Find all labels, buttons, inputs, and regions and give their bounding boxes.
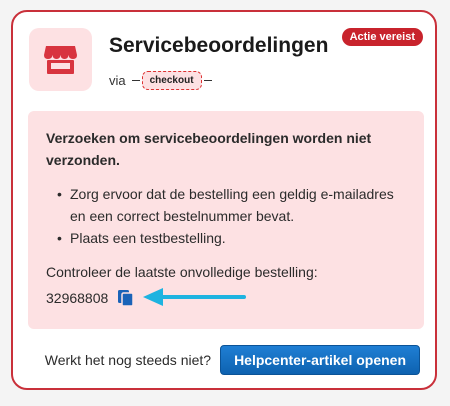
arrow-left-icon [143, 288, 247, 306]
help-article-button[interactable]: Helpcenter-artikel openen [220, 345, 420, 375]
connector-line [203, 80, 212, 81]
action-required-badge: Actie vereist [341, 28, 423, 46]
order-label: Controleer de laatste onvolledige bestel… [46, 264, 318, 280]
store-icon-box [29, 28, 92, 91]
help-footer: Werkt het nog steeds niet? Helpcenter-ar… [45, 345, 420, 375]
service-reviews-card: Actie vereist Servicebeoordelingen via c… [11, 10, 437, 390]
source-tag: checkout [141, 71, 202, 90]
instruction-list: Zorg ervoor dat de bestelling een geldig… [46, 183, 406, 249]
copy-button[interactable] [116, 288, 136, 308]
order-row: 32968808 [46, 287, 406, 309]
via-label: via [109, 73, 126, 88]
help-question: Werkt het nog steeds niet? [44, 352, 212, 368]
order-number: 32968808 [46, 290, 109, 306]
storefront-icon [44, 46, 77, 74]
instruction-item: Plaats een testbestelling. [57, 227, 406, 249]
card-title: Servicebeoordelingen [109, 34, 329, 57]
copy-icon [118, 290, 135, 307]
alert-heading: Verzoeken om servicebeoordelingen worden… [46, 130, 372, 168]
instruction-item: Zorg ervoor dat de bestelling een geldig… [57, 183, 406, 227]
source-row: via checkout [109, 71, 212, 90]
error-alert: Verzoeken om servicebeoordelingen worden… [28, 111, 424, 329]
connector-line [131, 80, 140, 81]
